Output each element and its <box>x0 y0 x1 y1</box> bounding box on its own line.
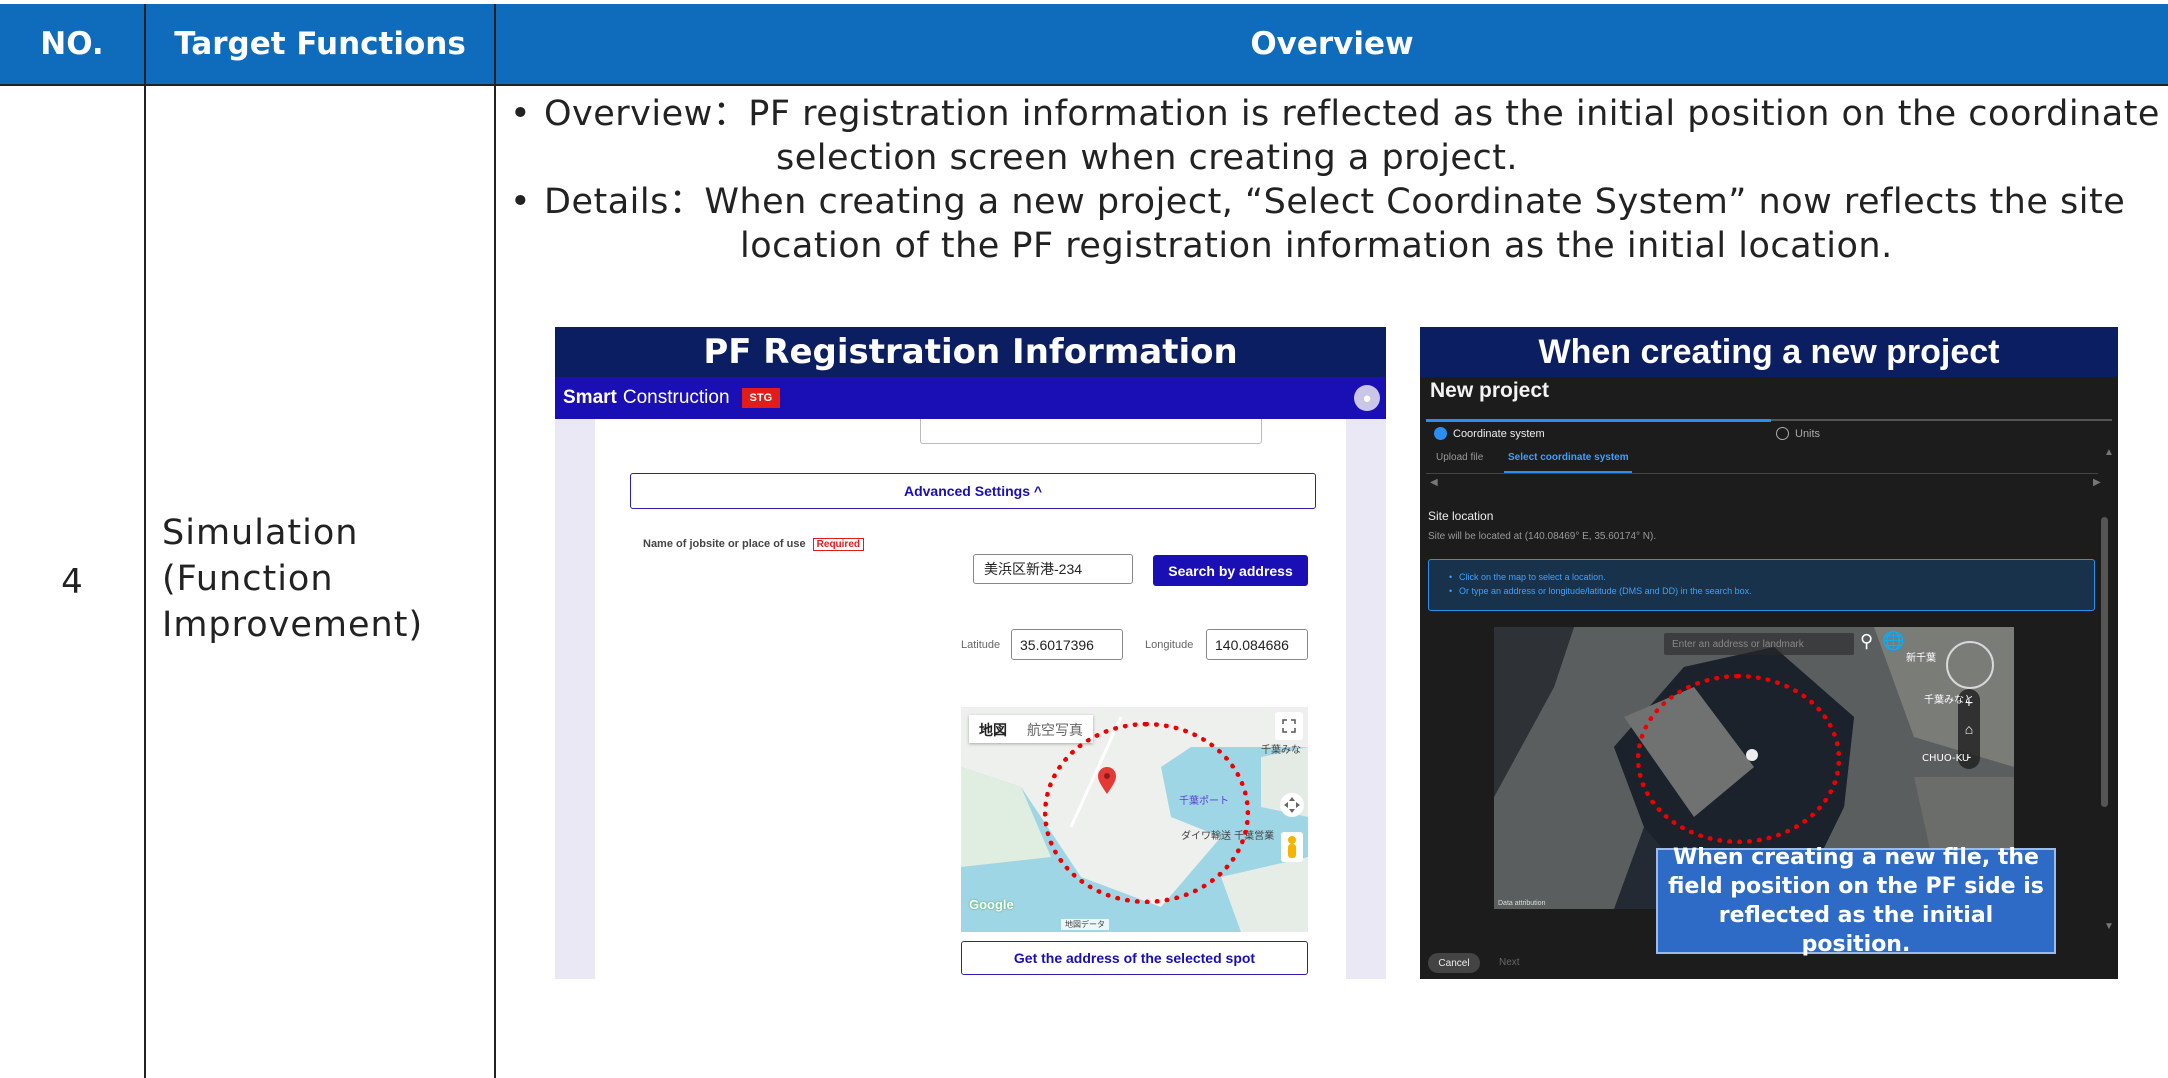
site-location-heading: Site location <box>1428 509 1494 523</box>
search-icon[interactable]: ⚲ <box>1860 631 1873 652</box>
map-tab-aerial[interactable]: 航空写真 <box>1017 715 1093 743</box>
column-divider <box>144 4 146 1078</box>
bullet-continuation: location of the PF registration informat… <box>740 226 1893 266</box>
step-units[interactable]: Units <box>1776 427 1820 440</box>
bullet-marker: • <box>510 94 532 134</box>
step-active-dot <box>1434 427 1447 440</box>
target-function-line: Improvement) <box>162 605 424 645</box>
home-icon[interactable]: ⌂ <box>1965 721 1973 737</box>
overview-bullet: • Overview：PF registration information i… <box>510 92 2160 180</box>
bullet-marker: • <box>510 182 532 222</box>
overview-bullets: • Overview：PF registration information i… <box>510 92 2160 268</box>
jobsite-label: Name of jobsite or place of use Required <box>643 538 864 551</box>
target-function: Simulation (Function Improvement) <box>162 510 423 648</box>
map-place-label: 新千葉 <box>1906 653 1936 664</box>
step-inactive-dot <box>1776 427 1789 440</box>
map-place-label: 千葉みな <box>1261 745 1301 756</box>
map-place-label: 千葉みなと <box>1924 695 1974 706</box>
address-input[interactable]: 美浜区新港-234 <box>973 554 1133 584</box>
latitude-input[interactable]: 35.6017396 <box>1011 629 1123 660</box>
street-view-icon[interactable] <box>1281 832 1303 862</box>
highlight-circle <box>1636 674 1841 844</box>
brand-smart: Smart <box>563 387 617 408</box>
row-number: 4 <box>61 562 83 602</box>
longitude-input[interactable]: 140.084686 <box>1206 629 1308 660</box>
new-project-panel-title: When creating a new project <box>1420 327 2118 377</box>
scroll-right-icon[interactable]: ▶ <box>2093 477 2101 488</box>
info-box: Click on the map to select a location. O… <box>1428 559 2095 611</box>
scrollbar[interactable] <box>2101 517 2108 807</box>
globe-icon[interactable]: 🌐 <box>1882 631 1904 652</box>
get-address-button[interactable]: Get the address of the selected spot <box>961 941 1308 975</box>
tabs-divider <box>1426 473 2098 474</box>
recenter-icon[interactable] <box>1279 792 1305 818</box>
bullet-text: Overview：PF registration information is … <box>544 94 2160 134</box>
map-search-input[interactable]: Enter an address or landmark <box>1664 633 1854 655</box>
avatar[interactable]: ● <box>1354 385 1380 411</box>
search-by-address-button[interactable]: Search by address <box>1153 555 1308 586</box>
pf-registration-screenshot: PF Registration Information Smart Constr… <box>555 327 1386 979</box>
header-overview: Overview <box>496 4 2168 84</box>
side-margin <box>555 419 595 979</box>
tab-select-coordinate-system[interactable]: Select coordinate system <box>1508 452 1629 463</box>
brand-construction: Construction <box>622 387 730 408</box>
latitude-label: Latitude <box>961 639 1001 651</box>
header-no: NO. <box>0 4 144 84</box>
cancel-button[interactable]: Cancel <box>1428 953 1480 973</box>
details-bullet: • Details：When creating a new project, “… <box>510 180 2160 268</box>
bullet-text: Details：When creating a new project, “Se… <box>544 182 2126 222</box>
highlight-circle <box>1043 722 1250 904</box>
longitude-label: Longitude <box>1145 639 1194 651</box>
app-header-bar: Smart Construction STG ● <box>555 377 1386 419</box>
scroll-left-icon[interactable]: ◀ <box>1430 477 1438 488</box>
side-margin <box>1346 419 1386 979</box>
map-data-footer: 地図データ <box>1061 919 1109 930</box>
target-function-line: (Function <box>162 559 334 599</box>
step-coordinate-system[interactable]: Coordinate system <box>1434 427 1545 440</box>
jobsite-label-text: Name of jobsite or place of use <box>643 538 806 550</box>
pf-panel-title: PF Registration Information <box>555 327 1386 377</box>
map-type-tabs[interactable]: 地図 航空写真 <box>969 715 1093 743</box>
google-logo: Google <box>969 897 1014 912</box>
required-tag: Required <box>812 538 864 551</box>
map-tab-map[interactable]: 地図 <box>969 715 1017 743</box>
tab-upload-file[interactable]: Upload file <box>1436 452 1483 463</box>
data-attribution[interactable]: Data attribution <box>1498 900 1545 907</box>
header-target-functions: Target Functions <box>146 4 494 84</box>
new-project-heading: New project <box>1430 379 1550 402</box>
step-label: Coordinate system <box>1453 427 1545 440</box>
bullet-continuation: selection screen when creating a project… <box>776 138 1519 178</box>
textarea-field[interactable] <box>920 419 1262 444</box>
column-divider <box>494 4 496 1078</box>
scroll-up-icon[interactable]: ▲ <box>2104 447 2114 458</box>
callout-box: When creating a new file, the field posi… <box>1656 845 2056 957</box>
fullscreen-icon[interactable] <box>1275 712 1303 740</box>
info-line: Or type an address or longitude/latitude… <box>1429 584 2094 598</box>
advanced-settings-toggle[interactable]: Advanced Settings ^ <box>630 473 1316 509</box>
env-badge: STG <box>741 388 781 408</box>
scroll-down-icon[interactable]: ▼ <box>2104 921 2114 932</box>
map-place-label: CHUO-KU <box>1922 753 1970 764</box>
stepper-progress <box>1426 419 1771 422</box>
site-location-value: Site will be located at (140.08469° E, 3… <box>1428 531 1657 542</box>
row-divider <box>0 84 2168 86</box>
target-function-line: Simulation <box>162 513 359 553</box>
info-line: Click on the map to select a location. <box>1429 570 2094 584</box>
next-button[interactable]: Next <box>1499 957 1520 968</box>
compass-icon[interactable] <box>1946 641 1994 689</box>
step-label: Units <box>1795 427 1821 440</box>
